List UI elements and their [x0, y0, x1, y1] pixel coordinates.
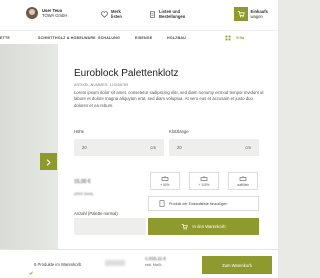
- cart-total: 1.015,11 €: [145, 256, 166, 261]
- lists-label-2: Bestellungen: [159, 14, 186, 19]
- price-note: (0000 Stück): [74, 192, 94, 196]
- product-price: 15,00 €: [74, 179, 91, 185]
- height-label: Höhe: [74, 129, 85, 134]
- go-to-cart-button[interactable]: Zum Warenkorb: [202, 256, 272, 274]
- pallet-option-50-label: + 50%: [160, 183, 170, 187]
- cart-count: 5 Produkte im Warenkorb: [34, 262, 82, 267]
- pallet-icon: [161, 176, 169, 182]
- app-frame: User Teuo TOWA GmbH Merk listen Listen u…: [0, 0, 278, 278]
- pallet-icon: [239, 176, 247, 182]
- pallet-icon: [200, 176, 208, 182]
- length-unit: cm: [245, 145, 251, 150]
- blurred-value: [105, 260, 125, 266]
- nav-item-3[interactable]: SCHALUNG: [98, 36, 120, 40]
- height-field[interactable]: 20 cm: [74, 139, 164, 156]
- next-image-button[interactable]: [40, 153, 57, 170]
- cart-total-note: exkl. MwSt.: [145, 263, 163, 267]
- watchlist-label-2: listen: [111, 14, 122, 19]
- avatar: [26, 7, 38, 19]
- nav-item-4[interactable]: EISENGE: [135, 36, 152, 40]
- height-unit: cm: [150, 145, 156, 150]
- cart-label-2: wagen: [250, 14, 263, 19]
- heart-icon: [101, 10, 108, 18]
- check-icon: [29, 262, 33, 278]
- top-header: User Teuo TOWA GmbH Merk listen Listen u…: [0, 0, 278, 30]
- cart-icon: [181, 223, 189, 231]
- nav-right-link[interactable]: Villa: [236, 36, 244, 40]
- nav-item-5[interactable]: HOLZBAU: [167, 36, 186, 40]
- nav-item-2[interactable]: SCHNITTHOLZ & HOBELWARE: [38, 36, 96, 40]
- pallet-option-100-label: + 100%: [198, 183, 210, 187]
- length-label: Klotzlänge: [169, 129, 189, 134]
- document-icon: [159, 199, 165, 208]
- length-value: 20: [177, 145, 182, 150]
- add-to-cart-label: In den Warenkorb: [192, 224, 226, 229]
- height-value: 20: [82, 145, 87, 150]
- pallet-option-50[interactable]: + 50%: [150, 172, 180, 190]
- pallet-option-fill-label: auffüllen: [237, 183, 249, 187]
- article-number: ARTIKEL-NUMMER: 123456789: [74, 83, 129, 87]
- product-description: Lorem ipsum dolor sit amet, consetetur s…: [74, 90, 264, 108]
- grid-icon: [225, 35, 231, 42]
- nav-item-1[interactable]: ETTE: [0, 36, 10, 40]
- add-to-list-button[interactable]: Produkt der Einkaufsliste hinzufügen: [148, 196, 259, 211]
- chevron-right-icon: [45, 153, 52, 171]
- pallet-option-fill[interactable]: auffüllen: [228, 172, 258, 190]
- length-field[interactable]: 20 cm: [169, 139, 259, 156]
- cart-icon: [233, 7, 248, 21]
- main-navigation: ETTE SCHNITTHOLZ & HOBELWARE SCHALUNG EI…: [0, 30, 278, 44]
- add-to-list-label: Produkt der Einkaufsliste hinzufügen: [169, 201, 228, 206]
- user-menu[interactable]: User Teuo TOWA GmbH: [26, 7, 67, 19]
- document-icon: [149, 10, 156, 18]
- quantity-label: Anzahl (Palette normal): [74, 211, 118, 216]
- pallet-option-100[interactable]: + 100%: [189, 172, 219, 190]
- lists-orders-link[interactable]: Listen und Bestellungen: [149, 9, 185, 19]
- cart-summary-bar: 5 Produkte im Warenkorb 1.015,11 € exkl.…: [0, 249, 278, 278]
- watchlist-link[interactable]: Merk listen: [101, 9, 122, 19]
- product-panel: [58, 44, 278, 278]
- cart-link[interactable]: Einkaufs wagen: [233, 7, 268, 21]
- quantity-field[interactable]: [74, 218, 146, 235]
- product-title: Euroblock Palettenklotz: [74, 68, 179, 79]
- add-to-cart-button[interactable]: In den Warenkorb: [148, 218, 259, 235]
- user-company: TOWA GmbH: [42, 13, 68, 18]
